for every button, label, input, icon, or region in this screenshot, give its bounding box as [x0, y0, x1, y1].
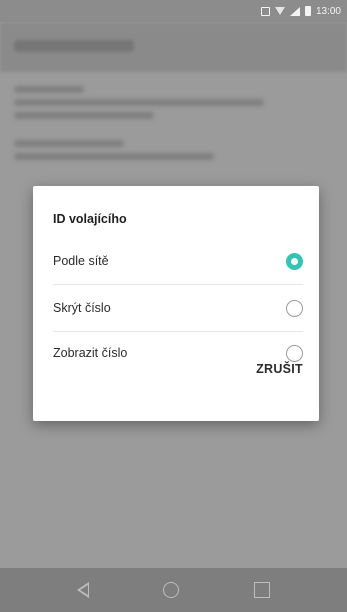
status-time: 13:00: [315, 5, 341, 17]
home-icon[interactable]: [163, 582, 180, 598]
option-podle-site[interactable]: Podle sítě: [53, 238, 303, 284]
status-bar: 13:00: [0, 0, 347, 22]
option-label: Podle sítě: [53, 254, 109, 268]
caller-id-dialog: ID volajícího Podle sítě Skrýt číslo Zob…: [33, 186, 319, 421]
dialog-title: ID volajícího: [53, 212, 127, 226]
navigation-bar: [0, 568, 347, 612]
radio-unchecked-icon[interactable]: [286, 299, 303, 317]
radio-checked-icon[interactable]: [286, 252, 303, 270]
recent-apps-icon[interactable]: [253, 582, 270, 598]
signal-icon: [289, 6, 300, 16]
background-toolbar: [0, 22, 347, 72]
wifi-icon: [274, 7, 285, 15]
option-skryt-cislo[interactable]: Skrýt číslo: [53, 285, 303, 331]
back-icon[interactable]: [77, 582, 90, 598]
battery-icon: [304, 6, 311, 16]
background-row: [14, 86, 333, 125]
nfc-icon: [260, 6, 270, 16]
cancel-button[interactable]: ZRUŠIT: [256, 362, 303, 376]
background-row: [14, 140, 333, 166]
option-label: Zobrazit číslo: [53, 346, 128, 360]
option-label: Skrýt číslo: [53, 301, 111, 315]
radio-unchecked-icon[interactable]: [286, 344, 303, 362]
